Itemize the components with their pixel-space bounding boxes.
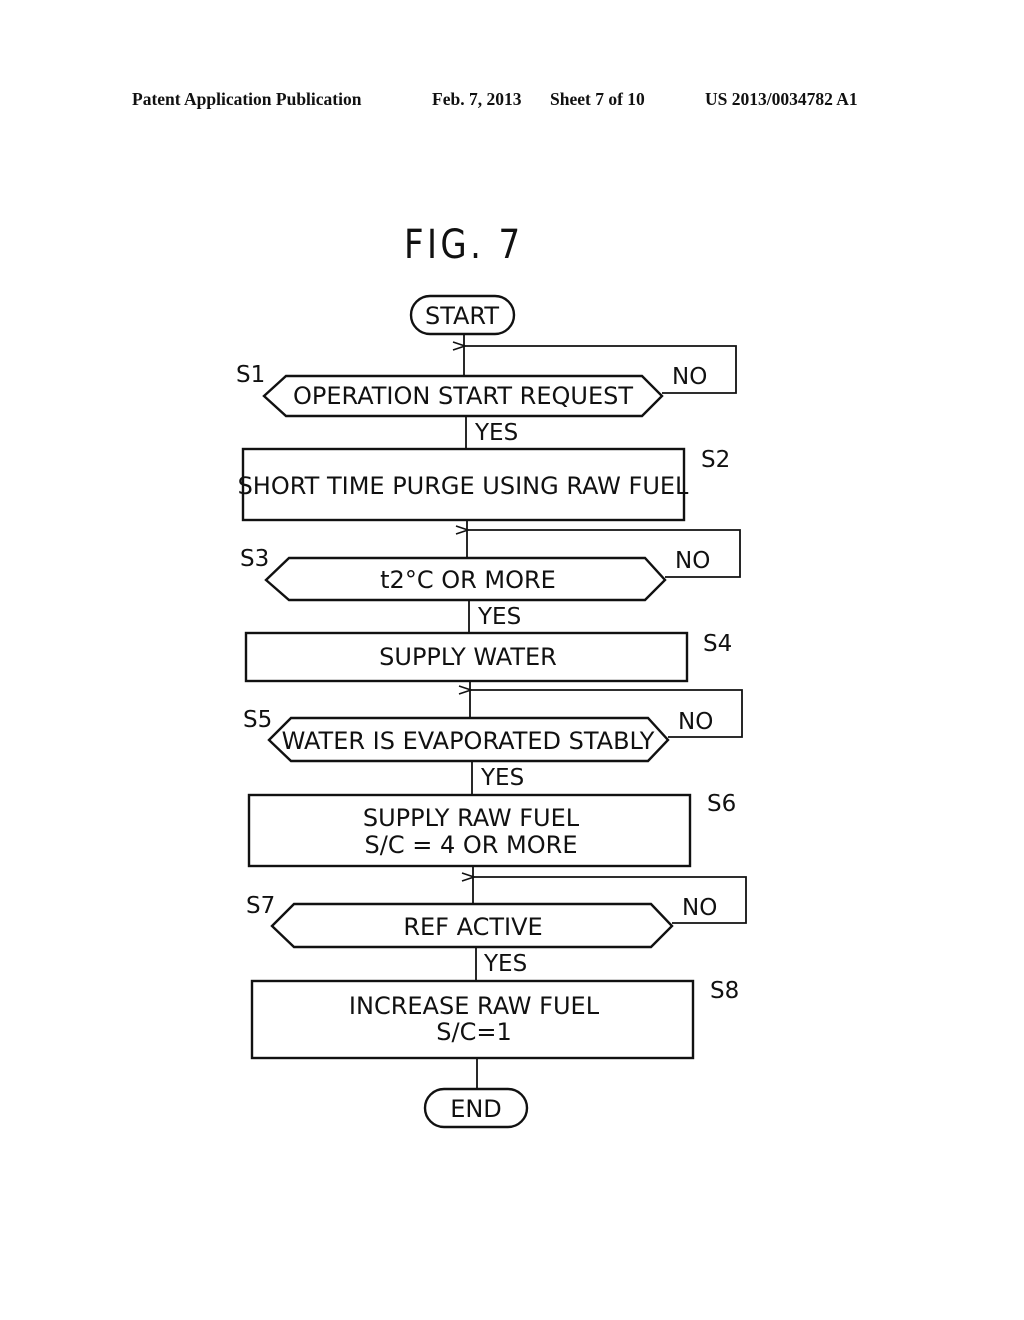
s3-no-label: NO bbox=[675, 548, 710, 574]
step-s5-text: WATER IS EVAPORATED STABLY bbox=[282, 727, 655, 755]
step-s6-text-line1: SUPPLY RAW FUEL bbox=[363, 804, 580, 832]
s7-yes-label: YES bbox=[483, 951, 527, 977]
step-s8-process: INCREASE RAW FUEL S/C=1 S8 bbox=[250, 978, 739, 1060]
end-terminal: END bbox=[423, 1087, 529, 1129]
step-s2-id: S2 bbox=[701, 447, 730, 473]
step-s7-decision: REF ACTIVE S7 NO YES bbox=[246, 893, 717, 977]
s1-yes-label: YES bbox=[474, 420, 518, 446]
step-s8-text-line2: S/C=1 bbox=[436, 1018, 511, 1046]
s5-no-label: NO bbox=[678, 709, 713, 735]
step-s2-text: SHORT TIME PURGE USING RAW FUEL bbox=[238, 472, 689, 500]
step-s6-text-line2: S/C = 4 OR MORE bbox=[365, 831, 578, 859]
step-s8-id: S8 bbox=[710, 978, 739, 1004]
step-s4-text: SUPPLY WATER bbox=[379, 643, 557, 671]
step-s2-process: SHORT TIME PURGE USING RAW FUEL S2 bbox=[238, 447, 730, 522]
step-s1-id: S1 bbox=[236, 362, 265, 388]
start-label: START bbox=[425, 302, 499, 330]
step-s8-text-line1: INCREASE RAW FUEL bbox=[349, 992, 600, 1020]
step-s1-decision: OPERATION START REQUEST S1 NO YES bbox=[236, 362, 707, 446]
s5-yes-label: YES bbox=[480, 765, 524, 791]
step-s4-id: S4 bbox=[703, 631, 732, 657]
s7-no-label: NO bbox=[682, 895, 717, 921]
step-s7-text: REF ACTIVE bbox=[403, 913, 542, 941]
start-terminal: START bbox=[409, 294, 516, 336]
step-s6-process: SUPPLY RAW FUEL S/C = 4 OR MORE S6 bbox=[247, 791, 736, 868]
step-s7-id: S7 bbox=[246, 893, 275, 919]
step-s4-process: SUPPLY WATER S4 bbox=[244, 631, 732, 683]
step-s3-id: S3 bbox=[240, 546, 269, 572]
end-label: END bbox=[450, 1095, 502, 1123]
flowchart: START OPERATION START REQUEST S1 NO YES … bbox=[236, 294, 747, 1129]
s3-yes-label: YES bbox=[477, 604, 521, 630]
step-s5-decision: WATER IS EVAPORATED STABLY S5 NO YES bbox=[243, 707, 713, 791]
step-s3-decision: t2°C OR MORE S3 NO YES bbox=[240, 546, 710, 630]
step-s5-id: S5 bbox=[243, 707, 272, 733]
step-s6-id: S6 bbox=[707, 791, 736, 817]
s1-no-label: NO bbox=[672, 364, 707, 390]
step-s1-text: OPERATION START REQUEST bbox=[293, 382, 633, 410]
step-s3-text: t2°C OR MORE bbox=[380, 566, 556, 594]
